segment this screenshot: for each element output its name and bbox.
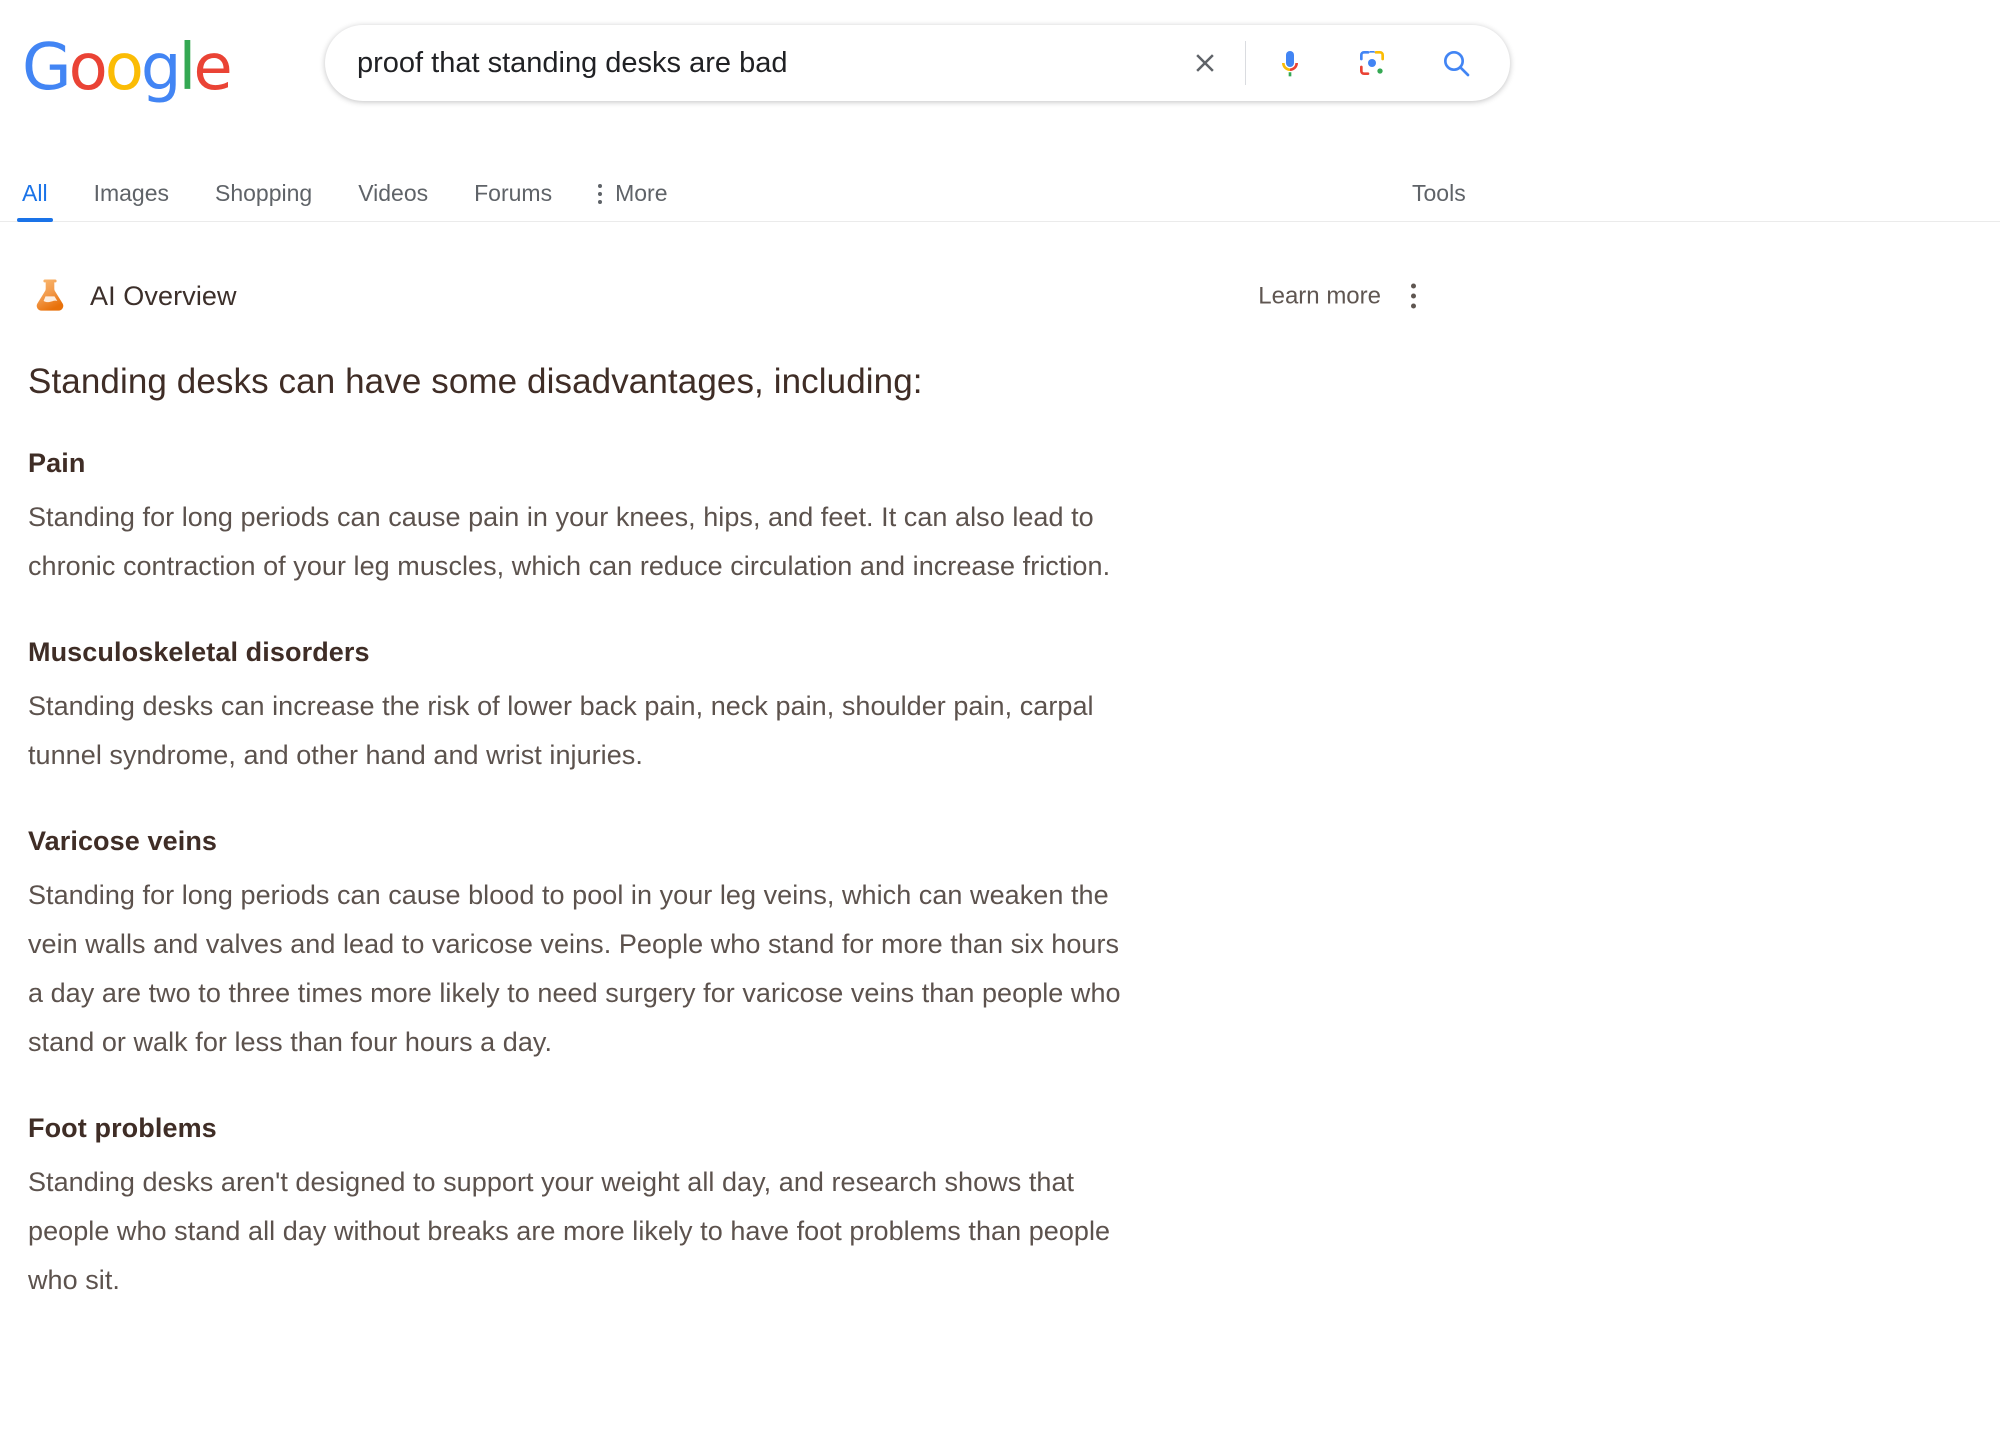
ai-flask-icon — [28, 274, 72, 318]
logo-letter-5: e — [193, 36, 229, 100]
ai-overview-label: AI Overview — [90, 281, 237, 312]
section-title: Varicose veins — [28, 826, 1420, 857]
more-filters-button[interactable]: More — [598, 182, 667, 221]
section-title: Musculoskeletal disorders — [28, 637, 1420, 668]
ai-overview-section: Varicose veins Standing for long periods … — [28, 826, 1420, 1067]
ai-overview-heading: Standing desks can have some disadvantag… — [28, 362, 1420, 402]
page-header: Google — [0, 0, 2000, 150]
tools-button[interactable]: Tools — [1412, 182, 1466, 205]
section-body: Standing desks can increase the risk of … — [28, 682, 1128, 780]
search-box[interactable] — [325, 25, 1510, 101]
more-label: More — [615, 182, 667, 205]
section-title: Pain — [28, 448, 1420, 479]
ai-overview-section: Musculoskeletal disorders Standing desks … — [28, 637, 1420, 780]
logo-letter-4: l — [179, 36, 194, 100]
close-x-icon[interactable] — [1177, 35, 1233, 91]
section-body: Standing for long periods can cause pain… — [28, 493, 1128, 591]
learn-more-link[interactable]: Learn more — [1258, 282, 1381, 310]
search-divider — [1245, 41, 1246, 85]
three-dots-vertical-icon[interactable] — [1407, 280, 1420, 313]
magnifier-search-icon[interactable] — [1428, 35, 1484, 91]
search-input[interactable] — [357, 41, 1177, 85]
ai-overview-section: Foot problems Standing desks aren't desig… — [28, 1113, 1420, 1305]
ai-overview-actions: Learn more — [1258, 280, 1420, 313]
logo-letter-3: g — [141, 36, 179, 100]
ai-overview-panel: AI Overview Learn more Standing desks ca… — [0, 222, 1420, 1305]
tab-all[interactable]: All — [22, 182, 48, 221]
tab-videos[interactable]: Videos — [358, 182, 428, 221]
ai-overview-section: Pain Standing for long periods can cause … — [28, 448, 1420, 591]
tab-forums[interactable]: Forums — [474, 182, 552, 221]
tab-shopping[interactable]: Shopping — [215, 182, 312, 221]
google-lens-camera-icon[interactable] — [1344, 35, 1400, 91]
tab-images[interactable]: Images — [94, 182, 169, 221]
logo-letter-0: G — [22, 36, 69, 100]
google-logo[interactable]: Google — [22, 36, 230, 100]
logo-letter-1: o — [69, 36, 105, 100]
ai-overview-header: AI Overview Learn more — [28, 274, 1420, 318]
three-dots-vertical-icon — [598, 184, 602, 204]
logo-letter-2: o — [105, 36, 141, 100]
microphone-icon[interactable] — [1262, 35, 1318, 91]
ai-overview-sections: Pain Standing for long periods can cause … — [28, 448, 1420, 1305]
section-body: Standing desks aren't designed to suppor… — [28, 1158, 1128, 1305]
section-body: Standing for long periods can cause bloo… — [28, 871, 1128, 1067]
section-title: Foot problems — [28, 1113, 1420, 1144]
results-navbar: All Images Shopping Videos Forums More Tools — [0, 150, 2000, 222]
